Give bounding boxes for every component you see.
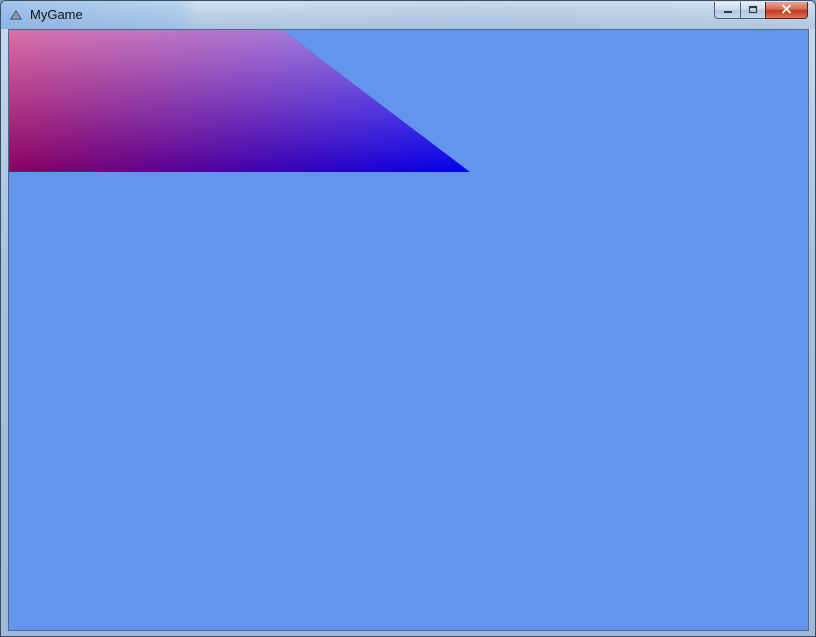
app-icon[interactable] (9, 8, 23, 22)
minimize-button[interactable] (714, 2, 740, 19)
window-title: MyGame (30, 7, 83, 22)
rendered-scene (9, 30, 470, 172)
maximize-icon (748, 1, 758, 19)
maximize-button[interactable] (740, 2, 765, 19)
minimize-icon (723, 1, 733, 19)
game-window: MyGame (0, 0, 816, 637)
caption-buttons (714, 2, 808, 20)
close-icon (781, 1, 792, 19)
gradient-quad (9, 30, 470, 172)
game-viewport[interactable] (8, 29, 809, 631)
close-button[interactable] (765, 2, 808, 19)
title-bar[interactable]: MyGame (1, 1, 815, 29)
